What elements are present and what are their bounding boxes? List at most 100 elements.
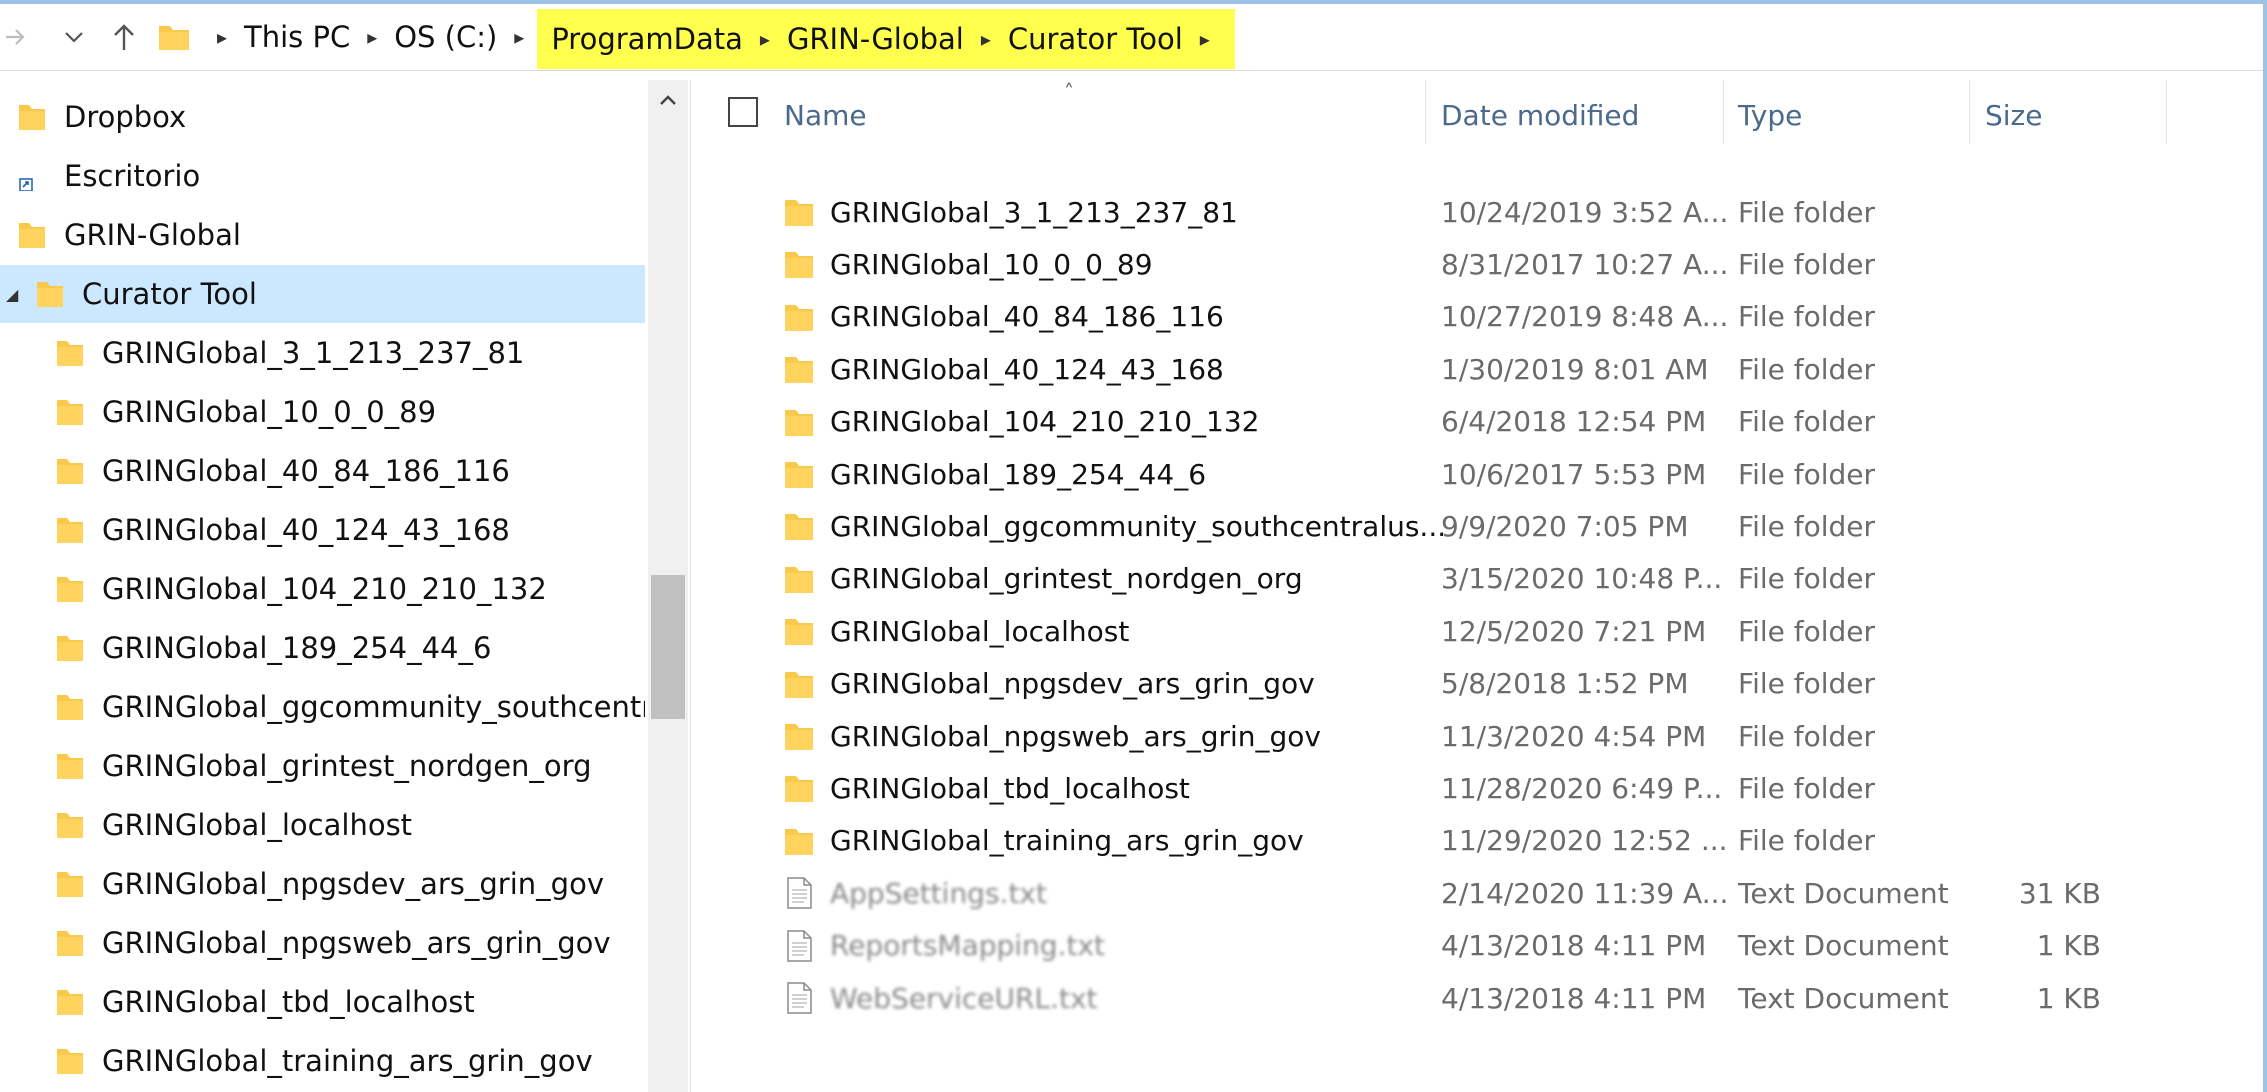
scroll-thumb[interactable] — [651, 575, 685, 719]
nav-item-label: GRINGlobal_40_84_186_116 — [102, 454, 510, 488]
window-right-border — [2263, 0, 2267, 1092]
folder-icon — [57, 518, 83, 543]
file-size: 1 KB — [2036, 981, 2101, 1015]
file-row[interactable]: GRINGlobal_ggcommunity_southcentralus...… — [692, 500, 2263, 552]
file-type: File folder — [1738, 352, 1876, 386]
file-type: File folder — [1738, 195, 1876, 229]
file-size: 1 KB — [2036, 929, 2101, 963]
folder-icon — [57, 636, 83, 661]
nav-item-grin-global[interactable]: GRIN-Global — [0, 206, 645, 264]
chevron-up-icon — [660, 95, 676, 105]
file-row[interactable]: GRINGlobal_3_1_213_237_81 10/24/2019 3:52… — [692, 186, 2263, 238]
breadcrumb-highlight: ProgramData ▸ GRIN-Global ▸ Curator Tool… — [537, 6, 1235, 72]
column-header-type[interactable]: Type — [1738, 80, 1802, 150]
breadcrumb-grin-global[interactable]: GRIN-Global ▸ — [783, 6, 1004, 72]
file-type: File folder — [1738, 667, 1876, 701]
chevron-right-icon: ▸ — [216, 25, 228, 49]
nav-item-label: GRINGlobal_10_0_0_89 — [102, 395, 437, 429]
breadcrumb-curator-tool[interactable]: Curator Tool ▸ — [1004, 6, 1223, 72]
folder-icon — [785, 200, 813, 226]
file-date-modified: 11/3/2020 4:54 PM — [1441, 719, 1707, 753]
column-header-date[interactable]: Date modified — [1441, 80, 1639, 150]
column-header-name[interactable]: Name — [784, 80, 867, 150]
nav-item-dropbox[interactable]: Dropbox — [0, 88, 645, 146]
file-type: File folder — [1738, 614, 1876, 648]
file-row[interactable]: GRINGlobal_104_210_210_132 6/4/2018 12:54… — [692, 396, 2263, 448]
file-name: GRINGlobal_40_124_43_168 — [830, 352, 1224, 386]
text-document-icon — [787, 877, 812, 909]
file-date-modified: 2/14/2020 11:39 A... — [1441, 876, 1729, 910]
select-all-checkbox[interactable] — [728, 97, 758, 127]
file-row[interactable]: ReportsMapping.txt 4/13/2018 4:11 PM Text … — [692, 920, 2263, 972]
folder-icon — [785, 357, 813, 384]
folder-icon — [785, 671, 813, 698]
nav-item-label: GRINGlobal_npgsweb_ars_grin_gov — [102, 926, 611, 960]
breadcrumb-separator[interactable]: ▸ — [501, 4, 537, 70]
file-row[interactable]: GRINGlobal_grintest_nordgen_org 3/15/2020… — [692, 553, 2263, 605]
nav-item-gringlobal-40-84-186-116[interactable]: GRINGlobal_40_84_186_116 — [0, 442, 645, 500]
nav-item-label: GRINGlobal_localhost — [102, 808, 413, 842]
folder-icon — [57, 459, 83, 484]
nav-item-gringlobal-npgsdev-ars-grin-gov[interactable]: GRINGlobal_npgsdev_ars_grin_gov — [0, 855, 645, 913]
file-row[interactable]: GRINGlobal_localhost 12/5/2020 7:21 PM Fil… — [692, 605, 2263, 657]
breadcrumb: ▸ This PC ▸ OS (C:) ▸ ProgramData ▸ GRIN… — [158, 4, 1235, 70]
file-row[interactable]: AppSettings.txt 2/14/2020 11:39 A... Text … — [692, 867, 2263, 919]
file-date-modified: 9/9/2020 7:05 PM — [1441, 509, 1689, 543]
file-row[interactable]: GRINGlobal_training_ars_grin_gov 11/29/20… — [692, 815, 2263, 867]
file-date-modified: 11/28/2020 6:49 P... — [1441, 771, 1723, 805]
folder-icon — [785, 828, 813, 855]
nav-item-label: GRINGlobal_npgsdev_ars_grin_gov — [102, 867, 604, 901]
expanded-arrow-icon[interactable]: ◢ — [6, 285, 18, 304]
navigation-scrollbar[interactable] — [648, 80, 688, 1092]
nav-item-gringlobal-localhost[interactable]: GRINGlobal_localhost — [0, 796, 645, 854]
file-type: File folder — [1738, 247, 1876, 281]
column-divider[interactable] — [1969, 80, 1970, 144]
nav-item-curator-tool[interactable]: ◢ Curator Tool — [0, 265, 645, 323]
file-row[interactable]: GRINGlobal_npgsdev_ars_grin_gov 5/8/2018 … — [692, 658, 2263, 710]
folder-icon — [785, 514, 813, 541]
breadcrumb-this-pc[interactable]: ▸ This PC — [204, 4, 354, 70]
nav-item-gringlobal-104-210-210-132[interactable]: GRINGlobal_104_210_210_132 — [0, 560, 645, 618]
nav-item-label: Dropbox — [64, 100, 187, 134]
recent-locations-button[interactable] — [56, 4, 92, 70]
nav-item-label: Escritorio — [64, 159, 201, 193]
breadcrumb-os-drive[interactable]: ▸ OS (C:) — [354, 4, 501, 70]
breadcrumb-label: Curator Tool — [1007, 21, 1183, 56]
nav-item-gringlobal-training-ars-grin-gov[interactable]: GRINGlobal_training_ars_grin_gov — [0, 1032, 645, 1090]
nav-item-gringlobal-grintest-nordgen-org[interactable]: GRINGlobal_grintest_nordgen_org — [0, 737, 645, 795]
file-type: File folder — [1738, 824, 1876, 858]
nav-item-label: GRINGlobal_ggcommunity_southcentralus — [102, 690, 645, 724]
file-name: WebServiceURL.txt — [830, 981, 1098, 1015]
nav-item-gringlobal-40-124-43-168[interactable]: GRINGlobal_40_124_43_168 — [0, 501, 645, 559]
pane-divider[interactable] — [690, 80, 691, 1092]
file-row[interactable]: GRINGlobal_40_124_43_168 1/30/2019 8:01 A… — [692, 343, 2263, 395]
dropbox-folder-icon — [19, 105, 45, 130]
nav-item-escritorio[interactable]: Escritorio — [0, 147, 645, 205]
column-divider[interactable] — [1723, 80, 1724, 144]
file-row[interactable]: GRINGlobal_10_0_0_89 8/31/2017 10:27 A...… — [692, 238, 2263, 290]
file-type: File folder — [1738, 457, 1876, 491]
nav-item-gringlobal-3-1-213-237-81[interactable]: GRINGlobal_3_1_213_237_81 — [0, 324, 645, 382]
nav-item-gringlobal-10-0-0-89[interactable]: GRINGlobal_10_0_0_89 — [0, 383, 645, 441]
forward-button[interactable] — [0, 4, 30, 70]
file-name: AppSettings.txt — [830, 876, 1047, 910]
file-row[interactable]: GRINGlobal_189_254_44_6 10/6/2017 5:53 PM… — [692, 448, 2263, 500]
breadcrumb-programdata[interactable]: ProgramData ▸ — [547, 6, 783, 72]
file-row[interactable]: GRINGlobal_tbd_localhost 11/28/2020 6:49 … — [692, 762, 2263, 814]
scroll-up-button[interactable] — [648, 80, 688, 120]
file-name: GRINGlobal_npgsweb_ars_grin_gov — [830, 719, 1321, 753]
column-header-size[interactable]: Size — [1985, 80, 2042, 150]
file-row[interactable]: GRINGlobal_npgsweb_ars_grin_gov 11/3/2020… — [692, 710, 2263, 762]
file-row[interactable]: WebServiceURL.txt 4/13/2018 4:11 PM Text D… — [692, 972, 2263, 1024]
file-row[interactable]: GRINGlobal_40_84_186_116 10/27/2019 8:48 … — [692, 291, 2263, 343]
up-button[interactable] — [104, 4, 144, 70]
nav-item-gringlobal-npgsweb-ars-grin-gov[interactable]: GRINGlobal_npgsweb_ars_grin_gov — [0, 914, 645, 972]
column-divider[interactable] — [1425, 80, 1426, 144]
file-type: File folder — [1738, 719, 1876, 753]
nav-item-gringlobal-ggcommunity-southcentralus[interactable]: GRINGlobal_ggcommunity_southcentralus — [0, 678, 645, 736]
file-type: Text Document — [1738, 876, 1949, 910]
column-divider[interactable] — [2166, 80, 2167, 144]
nav-item-gringlobal-189-254-44-6[interactable]: GRINGlobal_189_254_44_6 — [0, 619, 645, 677]
nav-item-gringlobal-tbd-localhost[interactable]: GRINGlobal_tbd_localhost — [0, 973, 645, 1031]
chevron-down-icon — [65, 32, 83, 43]
